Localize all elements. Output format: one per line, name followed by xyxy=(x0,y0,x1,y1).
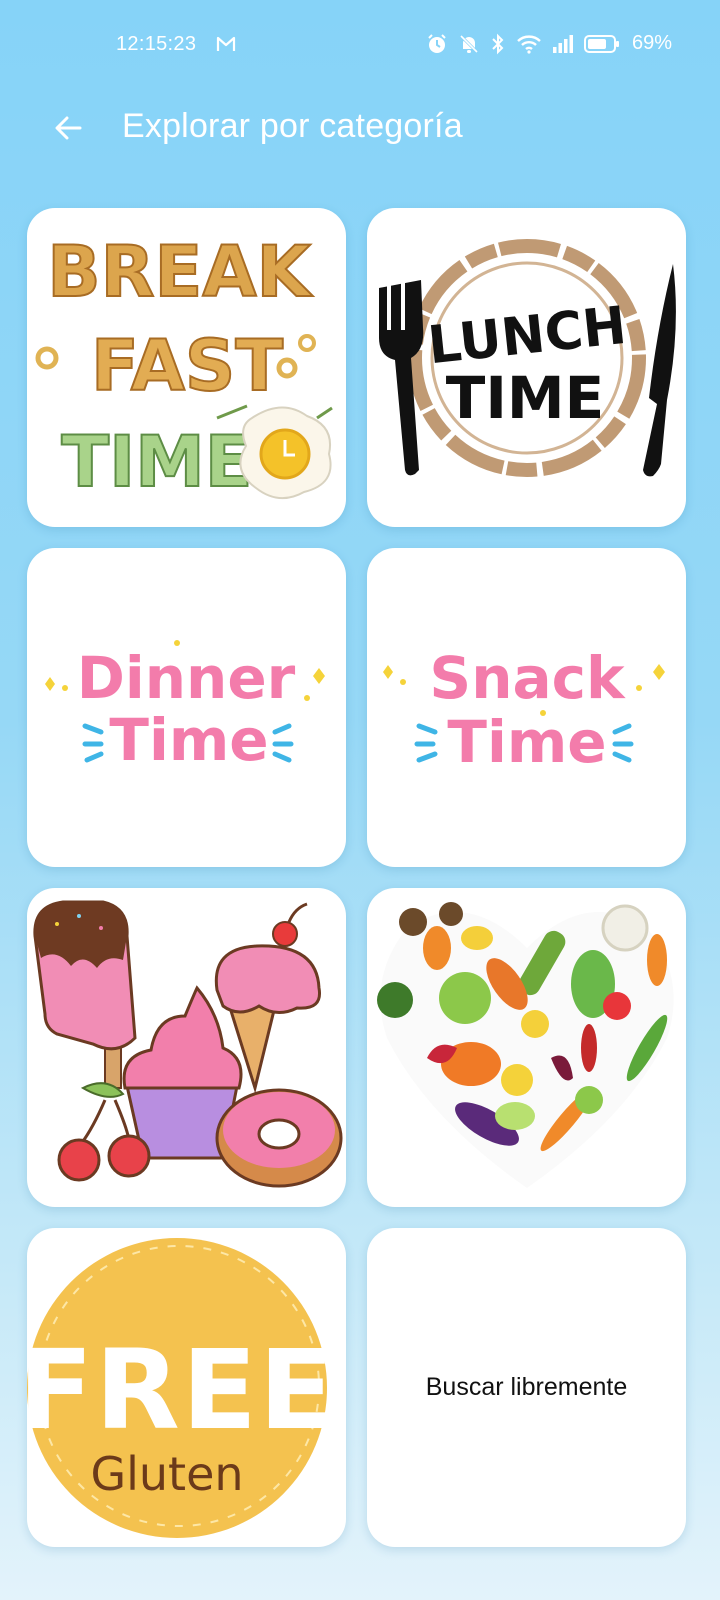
dinner-time-image: Dinner Time xyxy=(45,640,325,774)
svg-text:TIME: TIME xyxy=(61,421,252,503)
svg-text:Time: Time xyxy=(109,706,268,774)
desserts-image xyxy=(33,900,343,1188)
category-tile-desserts[interactable] xyxy=(27,888,346,1207)
svg-text:TIME: TIME xyxy=(446,364,604,432)
signal-icon xyxy=(552,34,574,54)
gluten-free-image: FREE Gluten xyxy=(27,1238,336,1538)
svg-text:FREE: FREE xyxy=(27,1326,336,1454)
category-tile-gluten-free[interactable]: FREE Gluten xyxy=(27,1228,346,1547)
svg-text:BREAK: BREAK xyxy=(47,231,313,313)
snack-time-image: Snack Time xyxy=(383,644,665,776)
breakfast-time-image: BREAK FAST TIME xyxy=(35,230,333,504)
category-tile-free-search[interactable]: Buscar libremente xyxy=(367,1228,686,1547)
category-tile-vegetables[interactable] xyxy=(367,888,686,1207)
alarm-icon xyxy=(426,33,448,55)
category-tile-dinner[interactable]: Dinner Time xyxy=(27,548,346,867)
category-tile-breakfast[interactable]: BREAK FAST TIME xyxy=(27,208,346,527)
wifi-icon xyxy=(516,34,542,54)
svg-text:Gluten: Gluten xyxy=(90,1447,243,1501)
category-tile-snack[interactable]: Snack Time xyxy=(367,548,686,867)
svg-text:Dinner: Dinner xyxy=(77,644,296,712)
status-time: 12:15:23 xyxy=(116,33,197,55)
app-bar: Explorar por categoría xyxy=(0,90,720,166)
page-title: Explorar por categoría xyxy=(122,107,463,145)
gmail-icon xyxy=(216,35,236,59)
bluetooth-icon xyxy=(490,33,506,55)
back-button[interactable] xyxy=(46,106,90,150)
free-search-label: Buscar libremente xyxy=(425,1373,628,1401)
lunch-time-image: LUNCH TIME xyxy=(379,239,676,477)
svg-text:Time: Time xyxy=(447,708,606,776)
category-tile-lunch[interactable]: LUNCH TIME xyxy=(367,208,686,527)
battery-icon xyxy=(583,34,620,54)
battery-percentage: 69% xyxy=(631,32,672,54)
arrow-left-icon xyxy=(55,116,82,140)
vegetables-heart-image xyxy=(377,902,674,1188)
mute-icon xyxy=(458,33,480,55)
svg-text:FAST: FAST xyxy=(91,325,283,407)
svg-text:Snack: Snack xyxy=(429,644,626,712)
status-bar: 12:15:23 69% xyxy=(0,0,720,90)
